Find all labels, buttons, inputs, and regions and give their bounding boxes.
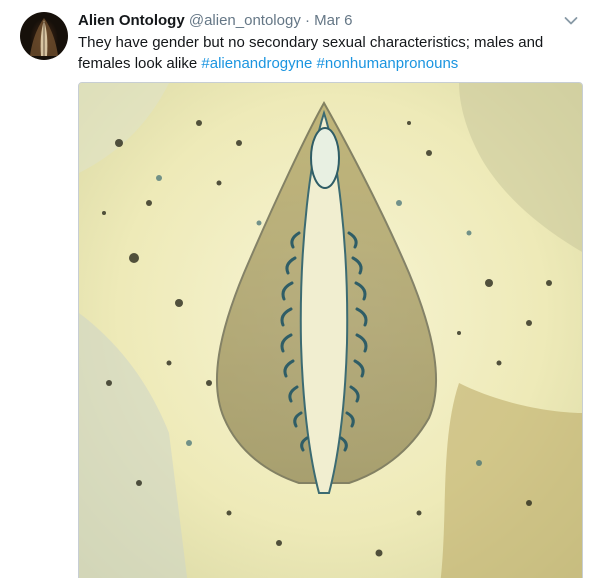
hashtag-alienandrogyne[interactable]: #alienandrogyne — [201, 55, 312, 72]
chevron-down-icon[interactable] — [562, 12, 580, 30]
tweet-image[interactable] — [78, 82, 583, 578]
tweet-header: Alien Ontology @alien_ontology · Mar 6 — [78, 12, 353, 30]
tweet-text: They have gender but no secondary sexual… — [78, 32, 583, 74]
tweet-card[interactable]: Alien Ontology @alien_ontology · Mar 6 T… — [0, 0, 600, 578]
hashtag-nonhumanpronouns[interactable]: #nonhumanpronouns — [317, 55, 459, 72]
header-separator: · — [305, 12, 310, 29]
avatar[interactable] — [20, 12, 68, 60]
author-name[interactable]: Alien Ontology — [78, 12, 185, 29]
author-handle[interactable]: @alien_ontology — [189, 12, 301, 29]
tweet-timestamp[interactable]: Mar 6 — [314, 12, 352, 29]
